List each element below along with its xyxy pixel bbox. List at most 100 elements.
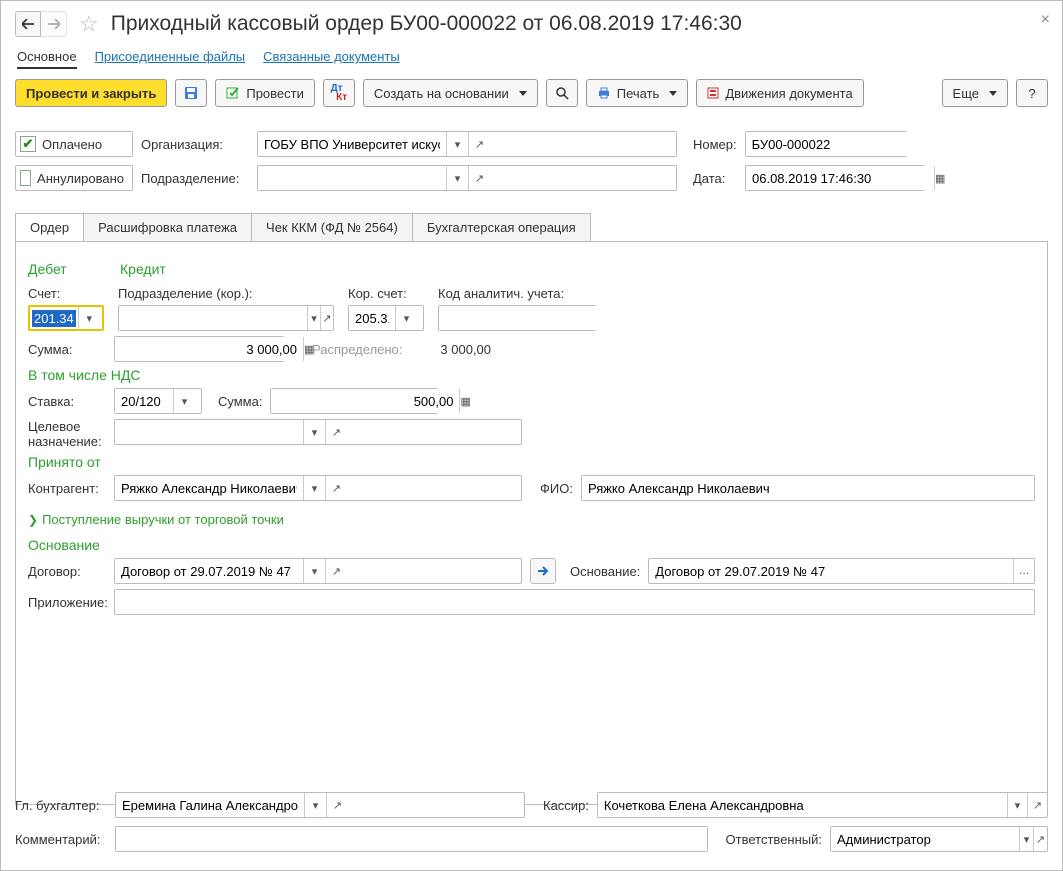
tab-oper[interactable]: Бухгалтерская операция — [412, 213, 591, 241]
rate-input[interactable] — [115, 389, 173, 413]
save-button[interactable] — [175, 79, 207, 107]
revenue-link-label: Поступление выручки от торговой точки — [42, 512, 284, 527]
cor-division-label: Подразделение (кор.): — [118, 286, 334, 301]
date-label: Дата: — [693, 171, 737, 186]
open-icon[interactable]: ↗ — [325, 559, 347, 583]
dropdown-icon[interactable]: ▾ — [173, 389, 195, 413]
revenue-link[interactable]: ❯ Поступление выручки от торговой точки — [28, 512, 284, 527]
open-icon[interactable]: ↗ — [325, 476, 347, 500]
favorite-icon[interactable]: ☆ — [79, 11, 99, 37]
basis-label: Основание: — [570, 564, 640, 579]
tab-related[interactable]: Связанные документы — [263, 49, 400, 69]
org-input[interactable] — [258, 132, 446, 156]
post-button-label: Провести — [246, 86, 304, 101]
search-button[interactable] — [546, 79, 578, 107]
nav-back-button[interactable] — [15, 11, 41, 37]
open-icon[interactable]: ↗ — [325, 420, 347, 444]
analytic-label: Код аналитич. учета: — [438, 286, 596, 301]
comment-input[interactable] — [116, 827, 707, 851]
close-icon[interactable]: × — [1041, 11, 1050, 29]
counterparty-input[interactable] — [115, 476, 303, 500]
open-icon[interactable]: ↗ — [468, 166, 490, 190]
nav-forward-button[interactable] — [41, 11, 67, 37]
vat-sum-label: Сумма: — [218, 394, 262, 409]
number-input[interactable] — [746, 132, 934, 156]
page-title: Приходный кассовый ордер БУ00-000022 от … — [111, 12, 742, 36]
date-input[interactable] — [746, 166, 934, 190]
distributed-value: 3 000,00 — [440, 342, 491, 357]
more-label: Еще — [953, 86, 979, 101]
responsible-input[interactable] — [831, 827, 1019, 851]
sum-label: Сумма: — [28, 342, 106, 357]
cashier-input[interactable] — [598, 793, 1007, 817]
rate-label: Ставка: — [28, 394, 106, 409]
account-value[interactable]: 201.34 — [32, 310, 76, 327]
open-icon[interactable]: ↗ — [320, 306, 333, 330]
dropdown-icon[interactable]: ▾ — [304, 793, 326, 817]
calculator-icon[interactable]: ▦ — [459, 389, 470, 413]
cor-account-input[interactable] — [349, 306, 395, 330]
open-icon[interactable]: ↗ — [1027, 793, 1047, 817]
responsible-label: Ответственный: — [726, 832, 822, 847]
sum-input[interactable] — [115, 337, 303, 361]
dropdown-icon[interactable]: ▾ — [303, 559, 325, 583]
comment-label: Комментарий: — [15, 832, 107, 847]
tab-main[interactable]: Основное — [17, 49, 77, 69]
open-icon[interactable]: ↗ — [468, 132, 490, 156]
credit-header: Кредит — [120, 261, 166, 277]
chief-acc-input[interactable] — [116, 793, 304, 817]
dropdown-icon[interactable]: ▾ — [303, 476, 325, 500]
tab-files[interactable]: Присоединенные файлы — [95, 49, 246, 69]
analytic-input[interactable] — [439, 306, 627, 330]
movements-label: Движения документа — [725, 86, 852, 101]
dropdown-icon[interactable]: ▾ — [303, 420, 325, 444]
cor-division-input[interactable] — [119, 306, 307, 330]
org-label: Организация: — [141, 137, 249, 152]
account-label: Счет: — [28, 286, 104, 301]
purpose-input[interactable] — [115, 420, 303, 444]
print-button[interactable]: Печать — [586, 79, 689, 107]
tab-order[interactable]: Ордер — [15, 213, 84, 241]
dropdown-icon[interactable]: ▾ — [1007, 793, 1027, 817]
more-button[interactable]: Еще — [942, 79, 1008, 107]
paid-label: Оплачено — [42, 137, 102, 152]
tab-check[interactable]: Чек ККМ (ФД № 2564) — [251, 213, 413, 241]
distributed-label: Распределено: — [312, 342, 402, 357]
debit-credit-button[interactable]: Дт Кт — [323, 79, 355, 107]
create-based-button[interactable]: Создать на основании — [363, 79, 538, 107]
print-label: Печать — [617, 86, 660, 101]
check-icon: ✔ — [20, 136, 36, 152]
fio-input[interactable] — [582, 476, 1034, 500]
dropdown-icon[interactable]: ▾ — [395, 306, 417, 330]
ellipsis-icon[interactable]: … — [1013, 559, 1034, 583]
contract-input[interactable] — [115, 559, 303, 583]
received-header: Принято от — [28, 454, 1035, 470]
dropdown-icon[interactable]: ▾ — [1019, 827, 1033, 851]
help-button[interactable]: ? — [1016, 79, 1048, 107]
annulled-checkbox[interactable]: Аннулировано — [15, 165, 133, 191]
paid-checkbox[interactable]: ✔ Оплачено — [15, 131, 133, 157]
number-label: Номер: — [693, 137, 737, 152]
fio-label: ФИО: — [540, 481, 573, 496]
calendar-icon[interactable]: ▦ — [934, 166, 945, 190]
fill-basis-button[interactable] — [530, 558, 556, 584]
vat-sum-input[interactable] — [271, 389, 459, 413]
dropdown-icon[interactable]: ▾ — [446, 166, 468, 190]
tab-split[interactable]: Расшифровка платежа — [83, 213, 252, 241]
attachment-input[interactable] — [115, 590, 1034, 614]
counterparty-label: Контрагент: — [28, 481, 106, 496]
chevron-right-icon: ❯ — [28, 513, 38, 527]
debit-credit-icon: Дт Кт — [331, 84, 348, 102]
open-icon[interactable]: ↗ — [326, 793, 348, 817]
dropdown-icon[interactable]: ▾ — [307, 306, 320, 330]
vat-header: В том числе НДС — [28, 367, 1035, 383]
division-input[interactable] — [258, 166, 446, 190]
dropdown-icon[interactable]: ▾ — [78, 307, 100, 329]
basis-input[interactable] — [649, 559, 1013, 583]
movements-button[interactable]: Движения документа — [696, 79, 863, 107]
post-button[interactable]: Провести — [215, 79, 315, 107]
check-icon — [20, 170, 31, 186]
dropdown-icon[interactable]: ▾ — [446, 132, 468, 156]
open-icon[interactable]: ↗ — [1033, 827, 1047, 851]
post-and-close-button[interactable]: Провести и закрыть — [15, 79, 167, 107]
